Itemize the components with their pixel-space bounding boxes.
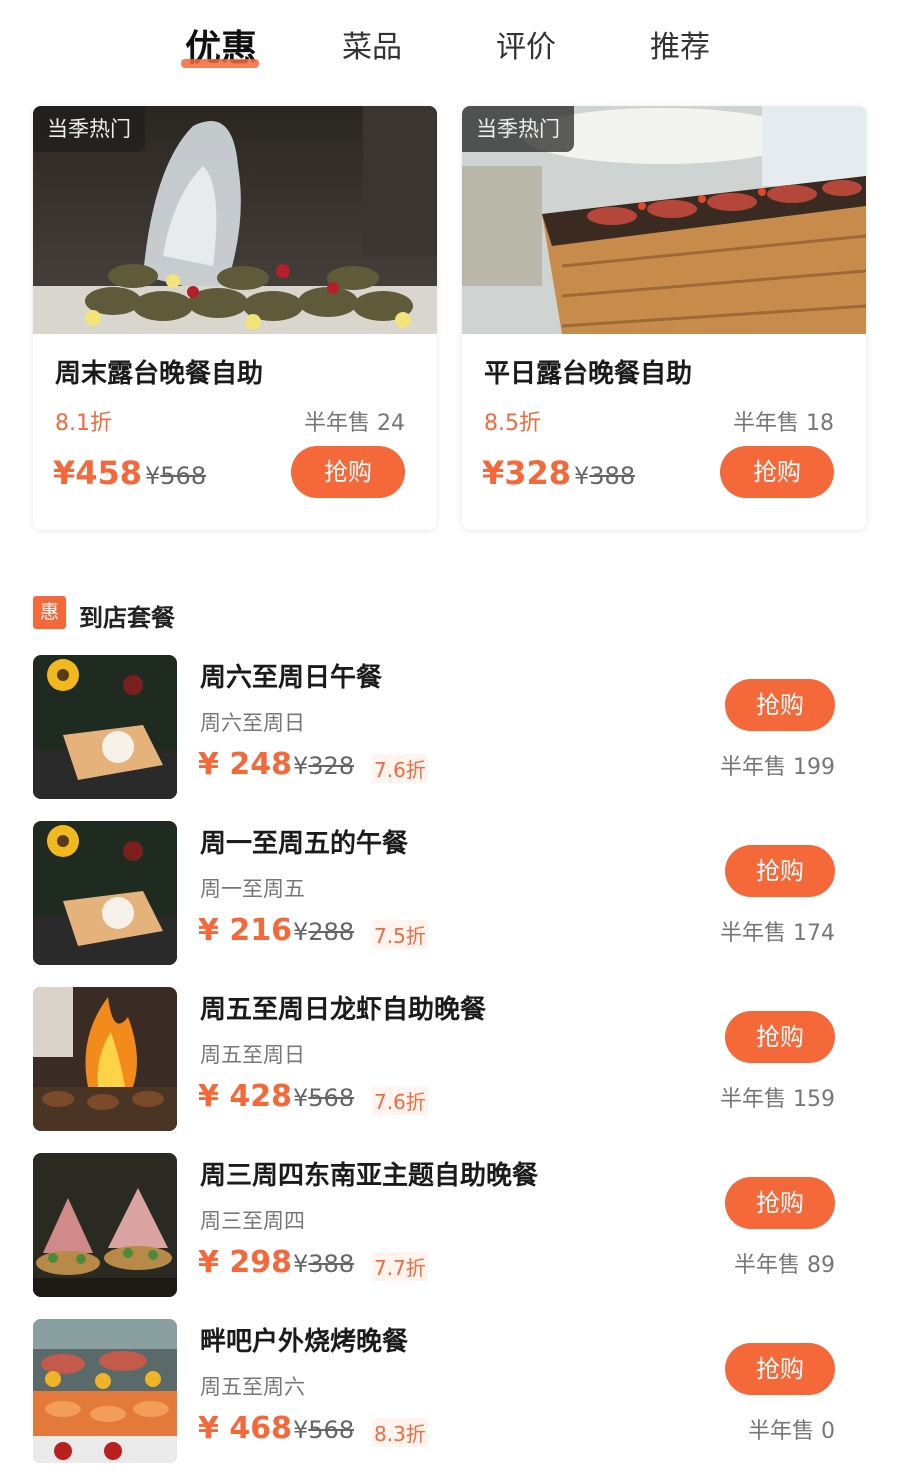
tab-bar: 优惠 菜品 评价 推荐 — [0, 0, 900, 90]
discount-label: 8.5折 — [484, 411, 541, 436]
hot-season-tag: 当季热门 — [33, 106, 145, 152]
discount-label: 7.6折 — [372, 754, 428, 783]
original-price: ¥568 — [293, 1416, 354, 1444]
original-price-value: 568 — [308, 1084, 355, 1112]
sold-count: 半年售 174 — [720, 921, 835, 946]
original-price-value: 288 — [308, 918, 355, 946]
card-title: 平日露台晚餐自助 — [484, 359, 693, 389]
item-subtitle: 周三至周四 — [200, 1209, 305, 1233]
item-title: 畔吧户外烧烤晚餐 — [200, 1327, 409, 1357]
original-currency: ¥ — [293, 1250, 309, 1278]
dish-thumbnail — [33, 987, 177, 1131]
list-item[interactable]: 周六至周日午餐 周六至周日 ¥ 248 ¥328 7.6折 抢购 半年售 199 — [0, 655, 900, 805]
discount-label: 8.1折 — [55, 411, 112, 436]
buy-button[interactable]: 抢购 — [725, 1011, 835, 1063]
list-item[interactable]: 周一至周五的午餐 周一至周五 ¥ 216 ¥288 7.5折 抢购 半年售 17… — [0, 821, 900, 971]
deal-badge-icon: 惠 — [33, 596, 66, 629]
item-title: 周一至周五的午餐 — [200, 829, 409, 859]
card-title: 周末露台晚餐自助 — [55, 359, 264, 389]
original-price-value: 388 — [589, 462, 636, 490]
original-currency: ¥ — [145, 462, 161, 490]
original-currency: ¥ — [293, 1084, 309, 1112]
tab-dishes[interactable]: 菜品 — [342, 22, 402, 66]
discount-label: 7.6折 — [372, 1086, 428, 1115]
item-title: 周五至周日龙虾自助晚餐 — [200, 995, 487, 1025]
active-tab-indicator — [181, 59, 259, 68]
item-subtitle: 周五至周六 — [200, 1375, 305, 1399]
buy-button[interactable]: 抢购 — [725, 679, 835, 731]
sold-count: 半年售 199 — [720, 755, 835, 780]
current-price: ¥ 248 — [198, 747, 292, 782]
original-price: ¥568 — [145, 462, 206, 490]
featured-card[interactable]: 当季热门 周末露台晚餐自助 8.1折 半年售 24 ¥458 ¥568 抢购 — [33, 106, 437, 530]
dish-thumbnail — [33, 655, 177, 799]
original-price-value: 568 — [308, 1416, 355, 1444]
tab-reviews[interactable]: 评价 — [496, 22, 556, 66]
buy-button[interactable]: 抢购 — [291, 446, 405, 498]
original-price: ¥288 — [293, 918, 354, 946]
dish-thumbnail — [33, 821, 177, 965]
featured-card[interactable]: 当季热门 平日露台晚餐自助 8.5折 半年售 18 ¥328 ¥388 抢购 — [462, 106, 866, 530]
buy-button[interactable]: 抢购 — [720, 446, 834, 498]
buy-button[interactable]: 抢购 — [725, 845, 835, 897]
item-subtitle: 周六至周日 — [200, 711, 305, 735]
item-subtitle: 周五至周日 — [200, 1043, 305, 1067]
original-price: ¥328 — [293, 752, 354, 780]
current-price: ¥ 468 — [198, 1411, 292, 1446]
discount-label: 7.7折 — [372, 1252, 428, 1281]
current-price: ¥458 — [53, 454, 143, 492]
sold-count: 半年售 0 — [748, 1419, 835, 1444]
list-item[interactable]: 周五至周日龙虾自助晚餐 周五至周日 ¥ 428 ¥568 7.6折 抢购 半年售… — [0, 987, 900, 1137]
list-item[interactable]: 畔吧户外烧烤晚餐 周五至周六 ¥ 468 ¥568 8.3折 抢购 半年售 0 — [0, 1319, 900, 1469]
section-title: 到店套餐 — [79, 604, 175, 632]
list-item[interactable]: 周三周四东南亚主题自助晚餐 周三至周四 ¥ 298 ¥388 7.7折 抢购 半… — [0, 1153, 900, 1303]
current-price: ¥ 298 — [198, 1245, 292, 1280]
dish-thumbnail — [33, 1319, 177, 1463]
discount-label: 7.5折 — [372, 920, 428, 949]
dish-thumbnail — [33, 1153, 177, 1297]
current-price: ¥328 — [482, 454, 572, 492]
item-title: 周三周四东南亚主题自助晚餐 — [200, 1161, 539, 1191]
item-title: 周六至周日午餐 — [200, 663, 383, 693]
original-price: ¥568 — [293, 1084, 354, 1112]
item-subtitle: 周一至周五 — [200, 877, 305, 901]
original-currency: ¥ — [574, 462, 590, 490]
sold-count: 半年售 18 — [733, 411, 834, 436]
original-price-value: 388 — [308, 1250, 355, 1278]
discount-label: 8.3折 — [372, 1418, 428, 1447]
buy-button[interactable]: 抢购 — [725, 1343, 835, 1395]
current-price: ¥ 428 — [198, 1079, 292, 1114]
original-currency: ¥ — [293, 918, 309, 946]
original-currency: ¥ — [293, 752, 309, 780]
buy-button[interactable]: 抢购 — [725, 1177, 835, 1229]
sold-count: 半年售 89 — [734, 1253, 835, 1278]
original-currency: ¥ — [293, 1416, 309, 1444]
original-price: ¥388 — [574, 462, 635, 490]
sold-count: 半年售 159 — [720, 1087, 835, 1112]
sold-count: 半年售 24 — [304, 411, 405, 436]
original-price-value: 328 — [308, 752, 355, 780]
original-price: ¥388 — [293, 1250, 354, 1278]
hot-season-tag: 当季热门 — [462, 106, 574, 152]
current-price: ¥ 216 — [198, 913, 292, 948]
original-price-value: 568 — [160, 462, 207, 490]
tab-recommend[interactable]: 推荐 — [650, 22, 710, 66]
